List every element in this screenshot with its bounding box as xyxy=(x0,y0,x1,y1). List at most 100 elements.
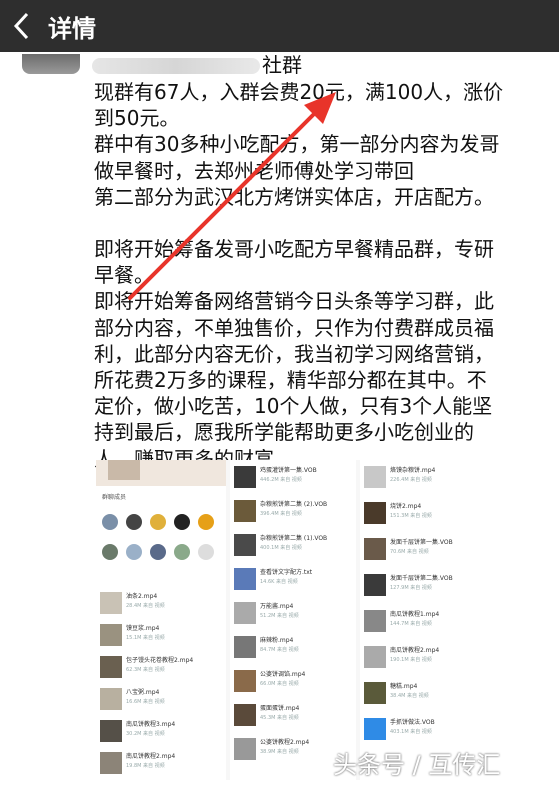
post-paragraph: 即将开始筹备发哥小吃配方早餐精品群，专研 早餐。 xyxy=(94,237,494,288)
file-name: 八宝粥.mp4 xyxy=(126,689,160,696)
file-row[interactable]: 发面千层饼第二集.VOB 127.9M 来自 视频 xyxy=(364,572,532,598)
group-name-suffix: 社群 xyxy=(262,53,302,77)
file-name: 鸡蛋灌饼第一集.VOB xyxy=(260,467,317,474)
file-row[interactable]: 八宝粥.mp4 16.6M 来自 视频 xyxy=(100,686,222,712)
file-thumbnail xyxy=(364,646,386,668)
file-row[interactable]: 发面千层饼第一集.VOB 70.6M 来自 视频 xyxy=(364,536,532,562)
member-avatar[interactable] xyxy=(126,514,142,530)
file-meta: 38.9M 来自 视频 xyxy=(260,749,299,755)
file-row[interactable]: 烧饼2.mp4 151.3M 来自 视频 xyxy=(364,500,532,526)
file-thumbnail xyxy=(364,538,386,560)
member-avatar[interactable] xyxy=(198,514,214,530)
file-meta: 66.0M 来自 视频 xyxy=(260,681,299,687)
file-thumbnail xyxy=(234,704,256,726)
file-row[interactable]: 公婆饼调馅.mp4 66.0M 来自 视频 xyxy=(234,668,352,694)
file-thumbnail xyxy=(234,500,256,522)
file-name: 杂粮煎饼第二集 (2).VOB xyxy=(260,501,328,508)
file-meta: 400.1M 来自 视频 xyxy=(260,545,302,551)
file-name: 麻辣粉.mp4 xyxy=(260,637,294,644)
post-body: 现群有67人，入群会费20元，满100人，涨价 到50元。 群中有30多种小吃配… xyxy=(94,79,534,472)
file-row[interactable]: 杂粮煎饼第二集 (1).VOB 400.1M 来自 视频 xyxy=(234,532,352,558)
file-row[interactable]: 鸡蛋灌饼第一集.VOB 446.2M 来自 视频 xyxy=(234,464,352,490)
embedded-screenshot: 群聊成员 油条2.mp4 28.4M 来自 视频 馍豆浆.mp4 15.1M 来自 视… xyxy=(96,460,536,780)
file-meta: 396.4M 来自 视频 xyxy=(260,511,302,517)
file-name: 发面千层饼第二集.VOB xyxy=(390,575,453,582)
file-meta: 226.4M 来自 视频 xyxy=(390,477,432,483)
file-thumbnail xyxy=(234,636,256,658)
file-meta: 30.2M 来自 视频 xyxy=(126,731,165,737)
file-meta: 45.3M 来自 视频 xyxy=(260,715,299,721)
file-thumbnail xyxy=(100,752,122,774)
file-name: 手抓饼做法.VOB xyxy=(390,719,435,726)
file-thumbnail xyxy=(364,466,386,488)
file-meta: 14.6K 来自 视频 xyxy=(260,579,298,585)
file-name: 烙馍杂粮饼.mp4 xyxy=(390,467,436,474)
file-name: 烧饼2.mp4 xyxy=(390,503,422,510)
member-avatar[interactable] xyxy=(126,544,142,560)
file-meta: 51.2M 来自 视频 xyxy=(260,613,299,619)
file-meta: 446.2M 来自 视频 xyxy=(260,477,302,483)
file-name: 包子馒头花卷教程2.mp4 xyxy=(126,657,194,664)
file-meta: 19.8M 来自 视频 xyxy=(126,763,165,769)
file-thumbnail xyxy=(234,466,256,488)
post-paragraph: 即将开始筹备网络营销今日头条等学习群，此 部分内容，不单独售价，只作为付费群成员… xyxy=(94,289,494,471)
member-avatar[interactable] xyxy=(150,514,166,530)
file-row[interactable]: 包子馒头花卷教程2.mp4 62.3M 来自 视频 xyxy=(100,654,222,680)
blurred-author-name xyxy=(92,58,260,74)
file-meta: 84.7M 来自 视频 xyxy=(260,647,299,653)
file-name: 馍豆浆.mp4 xyxy=(126,625,160,632)
file-meta: 151.3M 来自 视频 xyxy=(390,513,432,519)
file-name: 南瓜饼教程1.mp4 xyxy=(390,611,440,618)
file-name: 公婆饼调馅.mp4 xyxy=(260,671,306,678)
file-thumbnail xyxy=(234,670,256,692)
watermark: 头条号 / 互传汇 xyxy=(333,751,501,779)
file-thumbnail xyxy=(100,720,122,742)
file-row[interactable]: 万能酱.mp4 51.2M 来自 视频 xyxy=(234,600,352,626)
post-paragraph: 现群有67人，入群会费20元，满100人，涨价 到50元。 xyxy=(94,80,504,131)
file-name: 糖糕.mp4 xyxy=(390,683,418,690)
file-row[interactable]: 糖糕.mp4 38.4M 来自 视频 xyxy=(364,680,532,706)
member-avatar[interactable] xyxy=(102,544,118,560)
file-name: 万能酱.mp4 xyxy=(260,603,294,610)
top-bar: 详情 xyxy=(0,0,559,52)
member-avatar[interactable] xyxy=(150,544,166,560)
file-thumbnail xyxy=(364,502,386,524)
file-name: 南瓜饼教程2.mp4 xyxy=(390,647,440,654)
file-thumbnail xyxy=(364,682,386,704)
file-row[interactable]: 南瓜饼教程2.mp4 190.1M 来自 视频 xyxy=(364,644,532,670)
file-row[interactable]: 查看饼文字配方.txt 14.6K 来自 视频 xyxy=(234,566,352,592)
post-paragraph: 群中有30多种小吃配方，第一部分内容为发哥 做早餐时，去郑州老师傅处学习带回 第… xyxy=(94,132,500,209)
file-row[interactable]: 蛋面蛋饼.mp4 45.3M 来自 视频 xyxy=(234,702,352,728)
file-row[interactable]: 麻辣粉.mp4 84.7M 来自 视频 xyxy=(234,634,352,660)
back-arrow-icon[interactable] xyxy=(0,0,44,52)
file-row[interactable]: 南瓜饼教程1.mp4 144.7M 来自 视频 xyxy=(364,608,532,634)
file-row[interactable]: 南瓜饼教程3.mp4 30.2M 来自 视频 xyxy=(100,718,222,744)
file-list-right: 烙馍杂粮饼.mp4 226.4M 来自 视频 烧饼2.mp4 151.3M 来自 视频… xyxy=(360,460,536,780)
file-meta: 127.9M 来自 视频 xyxy=(390,585,432,591)
file-list-middle: 鸡蛋灌饼第一集.VOB 446.2M 来自 视频杂粮煎饼第二集 (2).VOB 39… xyxy=(230,460,356,780)
file-row[interactable]: 馍豆浆.mp4 15.1M 来自 视频 xyxy=(100,622,222,648)
members-label: 群聊成员 xyxy=(102,494,127,501)
member-avatar[interactable] xyxy=(102,514,118,530)
add-member-icon[interactable] xyxy=(198,544,214,560)
file-meta: 190.1M 来自 视频 xyxy=(390,657,432,663)
file-thumbnail xyxy=(234,602,256,624)
file-thumbnail xyxy=(234,534,256,556)
file-meta: 144.7M 来自 视频 xyxy=(390,621,432,627)
file-name: 油条2.mp4 xyxy=(126,593,158,600)
file-row[interactable]: 手抓饼做法.VOB 403.1M 来自 视频 xyxy=(364,716,532,742)
file-name: 查看饼文字配方.txt xyxy=(260,569,313,576)
avatar[interactable] xyxy=(22,54,80,74)
file-name: 蛋面蛋饼.mp4 xyxy=(260,705,300,712)
page-title: 详情 xyxy=(48,14,96,43)
file-name: 公婆饼教程2.mp4 xyxy=(260,739,310,746)
file-row[interactable]: 烙馍杂粮饼.mp4 226.4M 来自 视频 xyxy=(364,464,532,490)
member-avatar[interactable] xyxy=(174,514,190,530)
file-name: 南瓜饼教程2.mp4 xyxy=(126,753,176,760)
file-row[interactable]: 油条2.mp4 28.4M 来自 视频 xyxy=(100,590,222,616)
member-avatar[interactable] xyxy=(174,544,190,560)
file-thumbnail xyxy=(100,656,122,678)
file-row[interactable]: 杂粮煎饼第二集 (2).VOB 396.4M 来自 视频 xyxy=(234,498,352,524)
file-thumbnail xyxy=(234,738,256,760)
file-row[interactable]: 南瓜饼教程2.mp4 19.8M 来自 视频 xyxy=(100,750,222,776)
